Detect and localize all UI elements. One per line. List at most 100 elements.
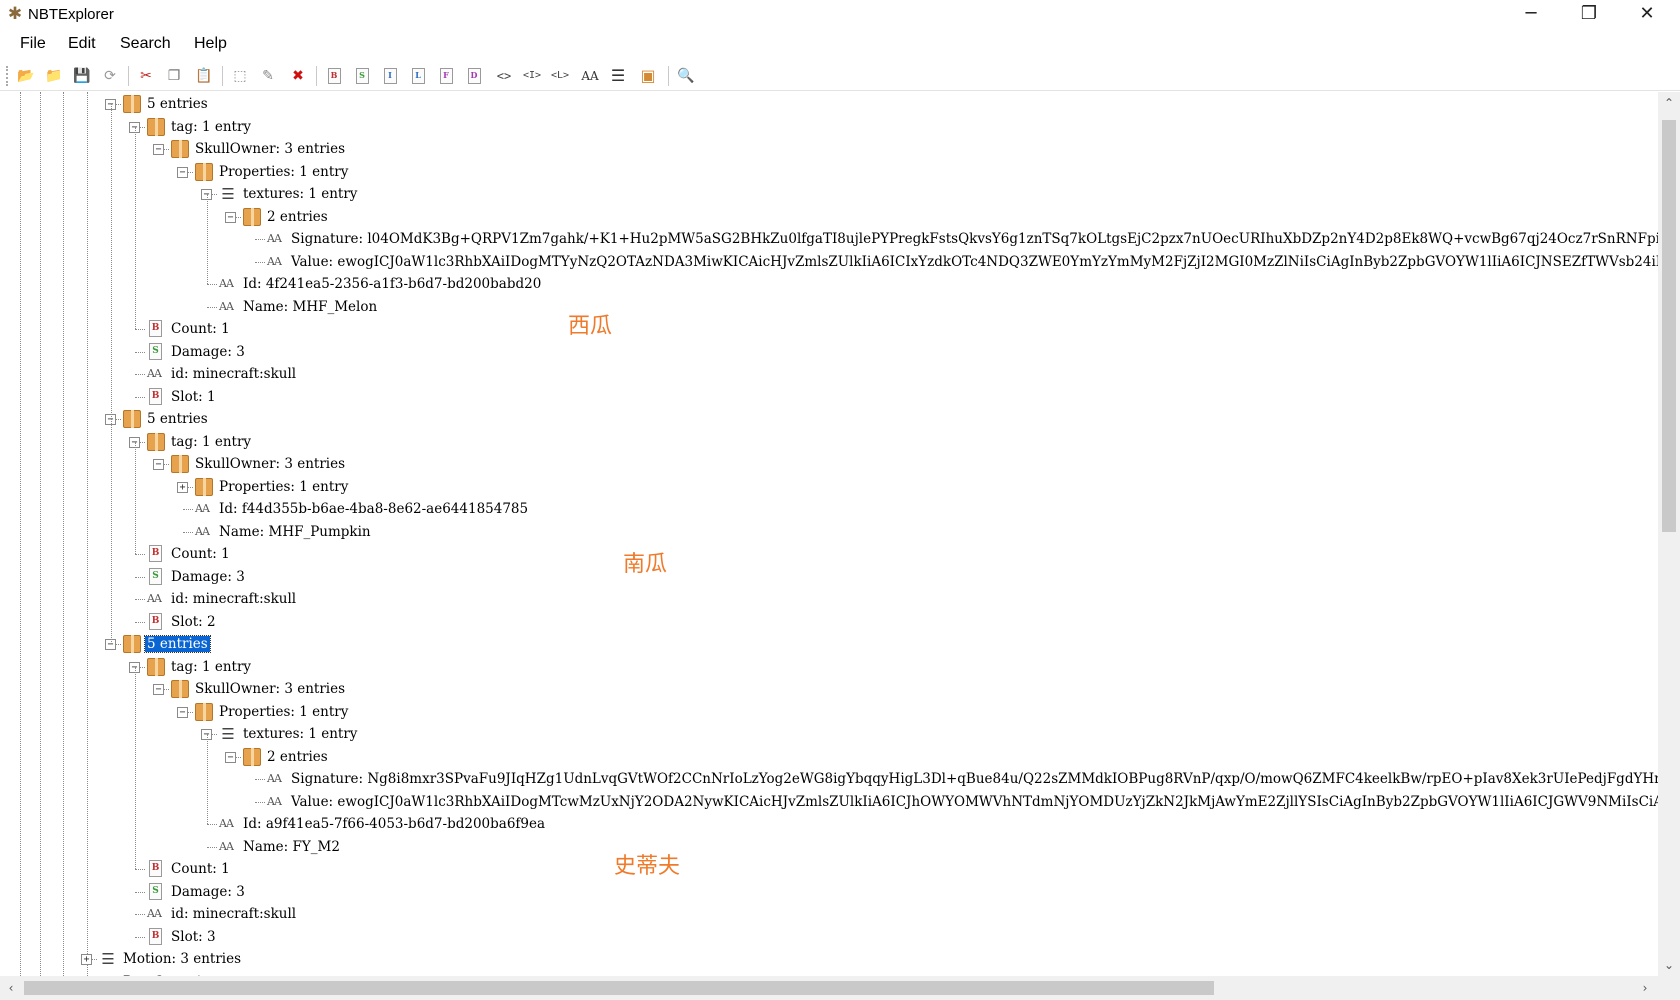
tree-node[interactable]: AA id: minecraft:skull [0,588,1658,610]
toolbar-grip[interactable] [6,66,9,86]
horizontal-scrollbar[interactable]: ‹ › [0,976,1658,1000]
tree-node[interactable]: AA Name: MHF_Melon [0,296,1658,318]
tree-node[interactable]: AA Id: 4f241ea5-2356-a1f3-b6d7-bd200babd2… [0,273,1658,295]
open-folder-icon[interactable]: 📁 [42,65,66,87]
menu-help[interactable]: Help [192,35,229,53]
tree-node-label[interactable]: Name: FY_M2 [243,839,340,855]
collapse-toggle-icon[interactable]: − [225,211,236,223]
tree-node[interactable]: AA Signature: l04OMdK3Bg+QRPV1Zm7gahk/+K1… [0,228,1658,250]
tree-node-label[interactable]: Damage: 3 [171,569,245,585]
tree-node[interactable]: − 2 entries [0,746,1658,768]
tree-node[interactable]: AA Name: MHF_Pumpkin [0,521,1658,543]
tree-node-label[interactable]: id: minecraft:skull [171,366,296,382]
tree-node[interactable]: − Properties: 1 entry [0,161,1658,183]
collapse-toggle-icon[interactable]: − [177,166,188,178]
expand-toggle-icon[interactable]: + [177,481,188,493]
scroll-up-arrow-icon[interactable]: ⌃ [1658,92,1680,114]
copy-icon[interactable]: ❐ [162,65,186,87]
collapse-toggle-icon[interactable]: − [153,684,164,695]
tree-node-label[interactable]: Damage: 3 [171,344,245,360]
tree-node-label[interactable]: Name: MHF_Melon [243,299,377,315]
tree-node-label[interactable]: id: minecraft:skull [171,591,296,607]
open-file-icon[interactable]: 📂 [14,65,38,87]
tree-node-label[interactable]: tag: 1 entry [171,659,251,675]
nbt-tree-view[interactable]: −5 entries − tag: 1 entry − SkullOwner: 3 en… [0,92,1658,976]
scroll-left-arrow-icon[interactable]: ‹ [0,976,22,1000]
tree-node-label[interactable]: SkullOwner: 3 entries [195,141,345,157]
tree-node[interactable]: B Slot: 2 [0,611,1658,633]
tree-node-label[interactable]: 5 entries [147,411,208,427]
add-long-tag-icon[interactable]: L [406,65,430,87]
collapse-toggle-icon[interactable]: − [153,144,164,155]
tree-node-label[interactable]: tag: 1 entry [171,434,251,450]
select-icon[interactable]: ⬚ [228,65,252,87]
tree-node-label[interactable]: id: minecraft:skull [171,906,296,922]
add-list-icon[interactable]: ☰ [606,65,630,87]
add-int-tag-icon[interactable]: I [378,65,402,87]
add-compound-icon[interactable]: ▣ [636,65,660,87]
tree-node[interactable]: − SkullOwner: 3 entries [0,678,1658,700]
tree-node[interactable]: B Count: 1 [0,543,1658,565]
collapse-toggle-icon[interactable]: − [177,706,188,718]
tree-node[interactable]: AA Name: FY_M2 [0,836,1658,858]
scroll-right-arrow-icon[interactable]: › [1634,976,1656,1000]
tree-node-label[interactable]: Properties: 1 entry [219,479,348,495]
tree-node-label[interactable]: 2 entries [267,209,328,225]
tree-node[interactable]: − tag: 1 entry [0,656,1658,678]
tree-node-label[interactable]: Id: 4f241ea5-2356-a1f3-b6d7-bd200babd20 [243,276,541,292]
add-int-array-icon[interactable]: <I> [520,65,544,87]
tree-node[interactable]: AA id: minecraft:skull [0,363,1658,385]
collapse-toggle-icon[interactable]: − [153,459,164,470]
tree-node-label[interactable]: tag: 1 entry [171,119,251,135]
vertical-scrollbar[interactable]: ⌃ ⌄ [1658,92,1680,976]
tree-node[interactable]: B Slot: 1 [0,386,1658,408]
tree-node[interactable]: − ☰ textures: 1 entry [0,723,1658,745]
delete-icon[interactable]: ✖ [286,65,310,87]
tree-node-label[interactable]: SkullOwner: 3 entries [195,456,345,472]
add-string-icon[interactable]: AA [578,65,602,87]
add-float-tag-icon[interactable]: F [434,65,458,87]
tree-node-label[interactable]: Value: ewogICJ0aW1lc3RhbXAiIDogMTcwMzUxN… [291,794,1658,810]
tree-node[interactable]: AA Id: f44d355b-b6ae-4ba8-8e62-ae64418547… [0,498,1658,520]
tree-node[interactable]: −5 entries [0,408,1658,430]
tree-node[interactable]: + ☰ Motion: 3 entries [0,948,1658,970]
tree-node-label[interactable]: Count: 1 [171,321,230,337]
tree-node[interactable]: −5 entries [0,93,1658,115]
tree-node[interactable]: AA Value: ewogICJ0aW1lc3RhbXAiIDogMTcwMzU… [0,791,1658,813]
tree-node-label[interactable]: Signature: l04OMdK3Bg+QRPV1Zm7gahk/+K1+H… [291,231,1658,247]
tree-node-label[interactable]: Value: ewogICJ0aW1lc3RhbXAiIDogMTYyNzQ2O… [291,254,1658,270]
tree-node-label[interactable]: 5 entries [147,96,208,112]
tree-node-label[interactable]: Slot: 3 [171,929,216,945]
tree-node[interactable]: B Slot: 3 [0,926,1658,948]
tree-node-label[interactable]: Count: 1 [171,546,230,562]
tree-node[interactable]: B Count: 1 [0,858,1658,880]
tree-node-label[interactable]: Motion: 3 entries [123,951,241,967]
tree-node[interactable]: S Damage: 3 [0,881,1658,903]
tree-node-label[interactable]: Slot: 1 [171,389,216,405]
menu-file[interactable]: File [18,35,48,53]
tree-node-label[interactable]: Signature: Ng8i8mxr3SPvaFu9JIqHZg1UdnLvq… [291,771,1658,787]
horizontal-scroll-thumb[interactable] [24,981,1214,995]
tree-node[interactable]: − tag: 1 entry [0,116,1658,138]
tree-node-label[interactable]: Properties: 1 entry [219,164,348,180]
add-long-array-icon[interactable]: <L> [548,65,572,87]
maximize-button[interactable]: ❐ [1560,0,1618,30]
expand-toggle-icon[interactable]: + [81,954,92,965]
tree-node[interactable]: −5 entries [0,633,1658,655]
tree-node[interactable]: + Properties: 1 entry [0,476,1658,498]
tree-node[interactable]: S Damage: 3 [0,341,1658,363]
tree-node[interactable]: AA Id: a9f41ea5-7f66-4053-b6d7-bd200ba6f9… [0,813,1658,835]
tree-node[interactable]: − SkullOwner: 3 entries [0,453,1658,475]
vertical-scroll-thumb[interactable] [1662,120,1676,532]
refresh-icon[interactable]: ⟳ [98,65,122,87]
tree-node-label[interactable]: Damage: 3 [171,884,245,900]
add-double-tag-icon[interactable]: D [462,65,486,87]
collapse-toggle-icon[interactable]: − [225,751,236,763]
tree-node-label[interactable]: SkullOwner: 3 entries [195,681,345,697]
tree-node-label[interactable]: Id: a9f41ea5-7f66-4053-b6d7-bd200ba6f9ea [243,816,545,832]
tree-node-label[interactable]: Id: f44d355b-b6ae-4ba8-8e62-ae6441854785 [219,501,528,517]
tree-node-label[interactable]: 2 entries [267,749,328,765]
tree-node[interactable]: − Properties: 1 entry [0,701,1658,723]
rename-icon[interactable]: ✎ [256,65,280,87]
tree-node[interactable]: − SkullOwner: 3 entries [0,138,1658,160]
